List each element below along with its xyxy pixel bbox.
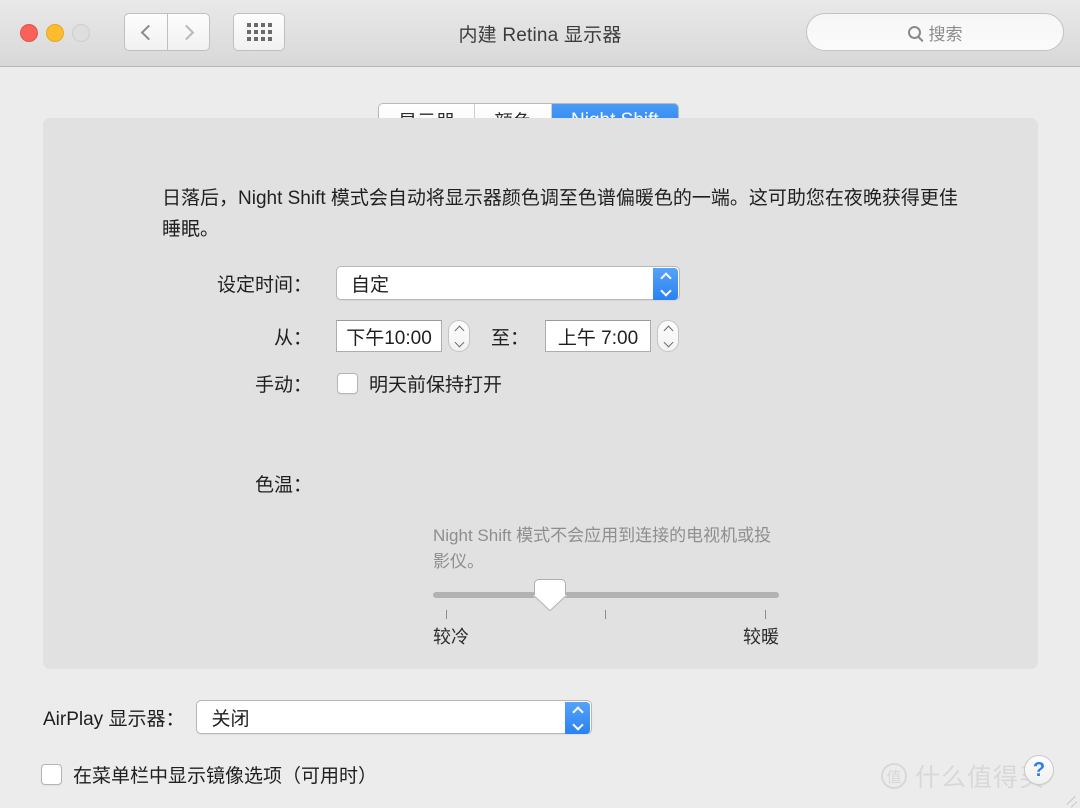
temperature-row: 色温： xyxy=(162,470,312,497)
schedule-popup-button[interactable]: 自定 xyxy=(336,266,680,300)
from-label: 从： xyxy=(273,327,312,349)
slider-track[interactable] xyxy=(433,592,779,598)
slider-endpoint-labels: 较冷 较暖 xyxy=(433,623,779,649)
schedule-row: 设定时间： 自定 xyxy=(162,266,680,300)
search-placeholder: 搜索 xyxy=(928,24,963,44)
chevron-down-icon xyxy=(663,337,673,347)
from-time-stepper[interactable] xyxy=(448,320,470,352)
to-label: 至： xyxy=(491,327,530,349)
slider-thumb[interactable] xyxy=(534,579,566,610)
chevron-down-icon xyxy=(572,718,584,731)
airplay-value: 关闭 xyxy=(211,708,250,730)
slider-thumb-tip xyxy=(534,595,566,610)
show-mirroring-options-checkbox[interactable] xyxy=(41,764,62,785)
chevron-down-icon xyxy=(454,337,464,347)
slider-warm-label: 较暖 xyxy=(743,627,779,647)
manual-label: 手动： xyxy=(254,375,312,396)
schedule-label: 设定时间： xyxy=(216,274,312,296)
slider-cool-label: 较冷 xyxy=(433,627,469,647)
show-mirroring-options-row: 在菜单栏中显示镜像选项（可用时） xyxy=(41,761,377,788)
time-range-row: 从： 下午10:00 至： 上午 7:00 xyxy=(162,320,680,352)
chevron-up-icon xyxy=(572,705,584,718)
airplay-stepper-icon[interactable] xyxy=(565,702,591,734)
chevron-down-icon xyxy=(659,284,672,297)
display-preferences-window: 内建 Retina 显示器 搜索 显示器 颜色 Night Shift 日落后，… xyxy=(0,0,1080,808)
show-mirroring-options-label: 在菜单栏中显示镜像选项（可用时） xyxy=(73,766,378,787)
schedule-stepper-icon[interactable] xyxy=(653,268,678,300)
site-watermark: 值 什么值得买 xyxy=(880,758,1045,794)
chevron-up-icon xyxy=(454,325,464,335)
slider-ticks xyxy=(433,610,779,620)
manual-row: 手动： 明天前保持打开 xyxy=(162,370,502,397)
airplay-display-row: AirPlay 显示器： 关闭 xyxy=(43,700,593,734)
airplay-popup-button[interactable]: 关闭 xyxy=(196,700,593,734)
night-shift-description: 日落后，Night Shift 模式会自动将显示器颜色调至色谱偏暖色的一端。这可… xyxy=(162,188,958,240)
keep-on-until-tomorrow-label: 明天前保持打开 xyxy=(369,375,503,396)
chevron-up-icon xyxy=(663,325,673,335)
watermark-badge-icon: 值 xyxy=(880,763,907,789)
from-time-field[interactable]: 下午10:00 xyxy=(336,320,442,352)
chevron-up-icon xyxy=(659,271,672,284)
keep-on-until-tomorrow-checkbox[interactable] xyxy=(337,373,358,394)
to-time-stepper[interactable] xyxy=(657,320,680,352)
window-resize-grip[interactable] xyxy=(1064,792,1078,806)
help-button[interactable]: ? xyxy=(1024,755,1054,785)
tv-projector-hint: Night Shift 模式不会应用到连接的电视机或投影仪。 xyxy=(433,526,772,571)
color-temperature-slider[interactable] xyxy=(433,579,779,619)
night-shift-panel: 日落后，Night Shift 模式会自动将显示器颜色调至色谱偏暖色的一端。这可… xyxy=(43,118,1038,669)
window-titlebar: 内建 Retina 显示器 搜索 xyxy=(0,0,1080,67)
to-time-field[interactable]: 上午 7:00 xyxy=(545,320,652,352)
temperature-label: 色温： xyxy=(254,475,312,496)
airplay-label: AirPlay 显示器： xyxy=(43,708,185,730)
search-field[interactable]: 搜索 xyxy=(806,13,1064,51)
slider-thumb-head xyxy=(534,579,566,595)
search-icon xyxy=(907,25,921,39)
schedule-value: 自定 xyxy=(351,274,390,296)
